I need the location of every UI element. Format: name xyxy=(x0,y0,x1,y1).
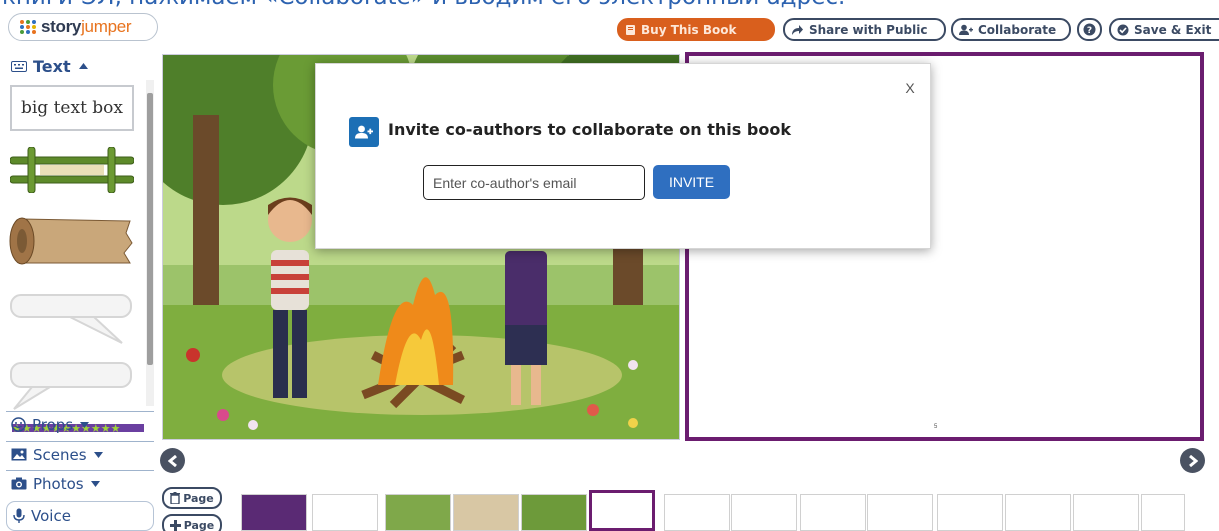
dialog-title: Invite co-authors to collaborate on this… xyxy=(388,120,791,139)
add-user-icon xyxy=(349,117,379,147)
coauthor-email-input[interactable] xyxy=(423,165,645,200)
invite-button[interactable]: INVITE xyxy=(653,165,730,199)
close-button[interactable]: X xyxy=(903,80,917,96)
modal-overlay: X Invite co-authors to collaborate on th… xyxy=(0,0,1219,531)
invite-coauthor-dialog: X Invite co-authors to collaborate on th… xyxy=(315,63,931,249)
